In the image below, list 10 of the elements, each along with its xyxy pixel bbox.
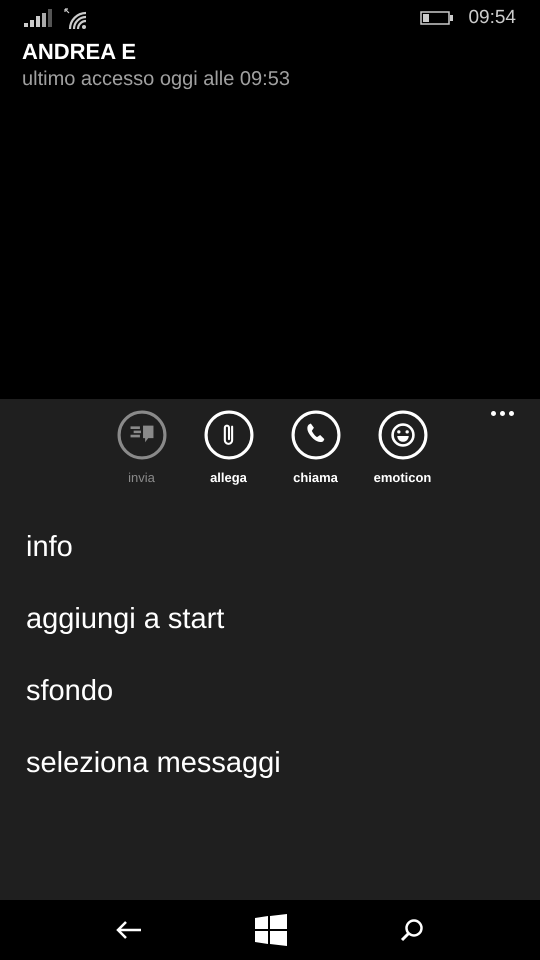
menu-item[interactable]: sfondo (0, 656, 140, 728)
attach-button[interactable]: allega (192, 410, 264, 488)
contact-name: ANDREA E (22, 38, 138, 66)
call-button[interactable]: chiama (280, 410, 352, 488)
emoji-button[interactable]: emoticon (366, 410, 438, 488)
clock-time: 09:54 (468, 6, 516, 30)
menu-item[interactable]: info (0, 512, 99, 584)
menu-item[interactable]: aggiungi a start (0, 584, 250, 656)
menu-item[interactable]: seleziona messaggi (0, 728, 307, 800)
last-seen-text: ultimo accesso oggi alle 09:53 (22, 67, 291, 92)
